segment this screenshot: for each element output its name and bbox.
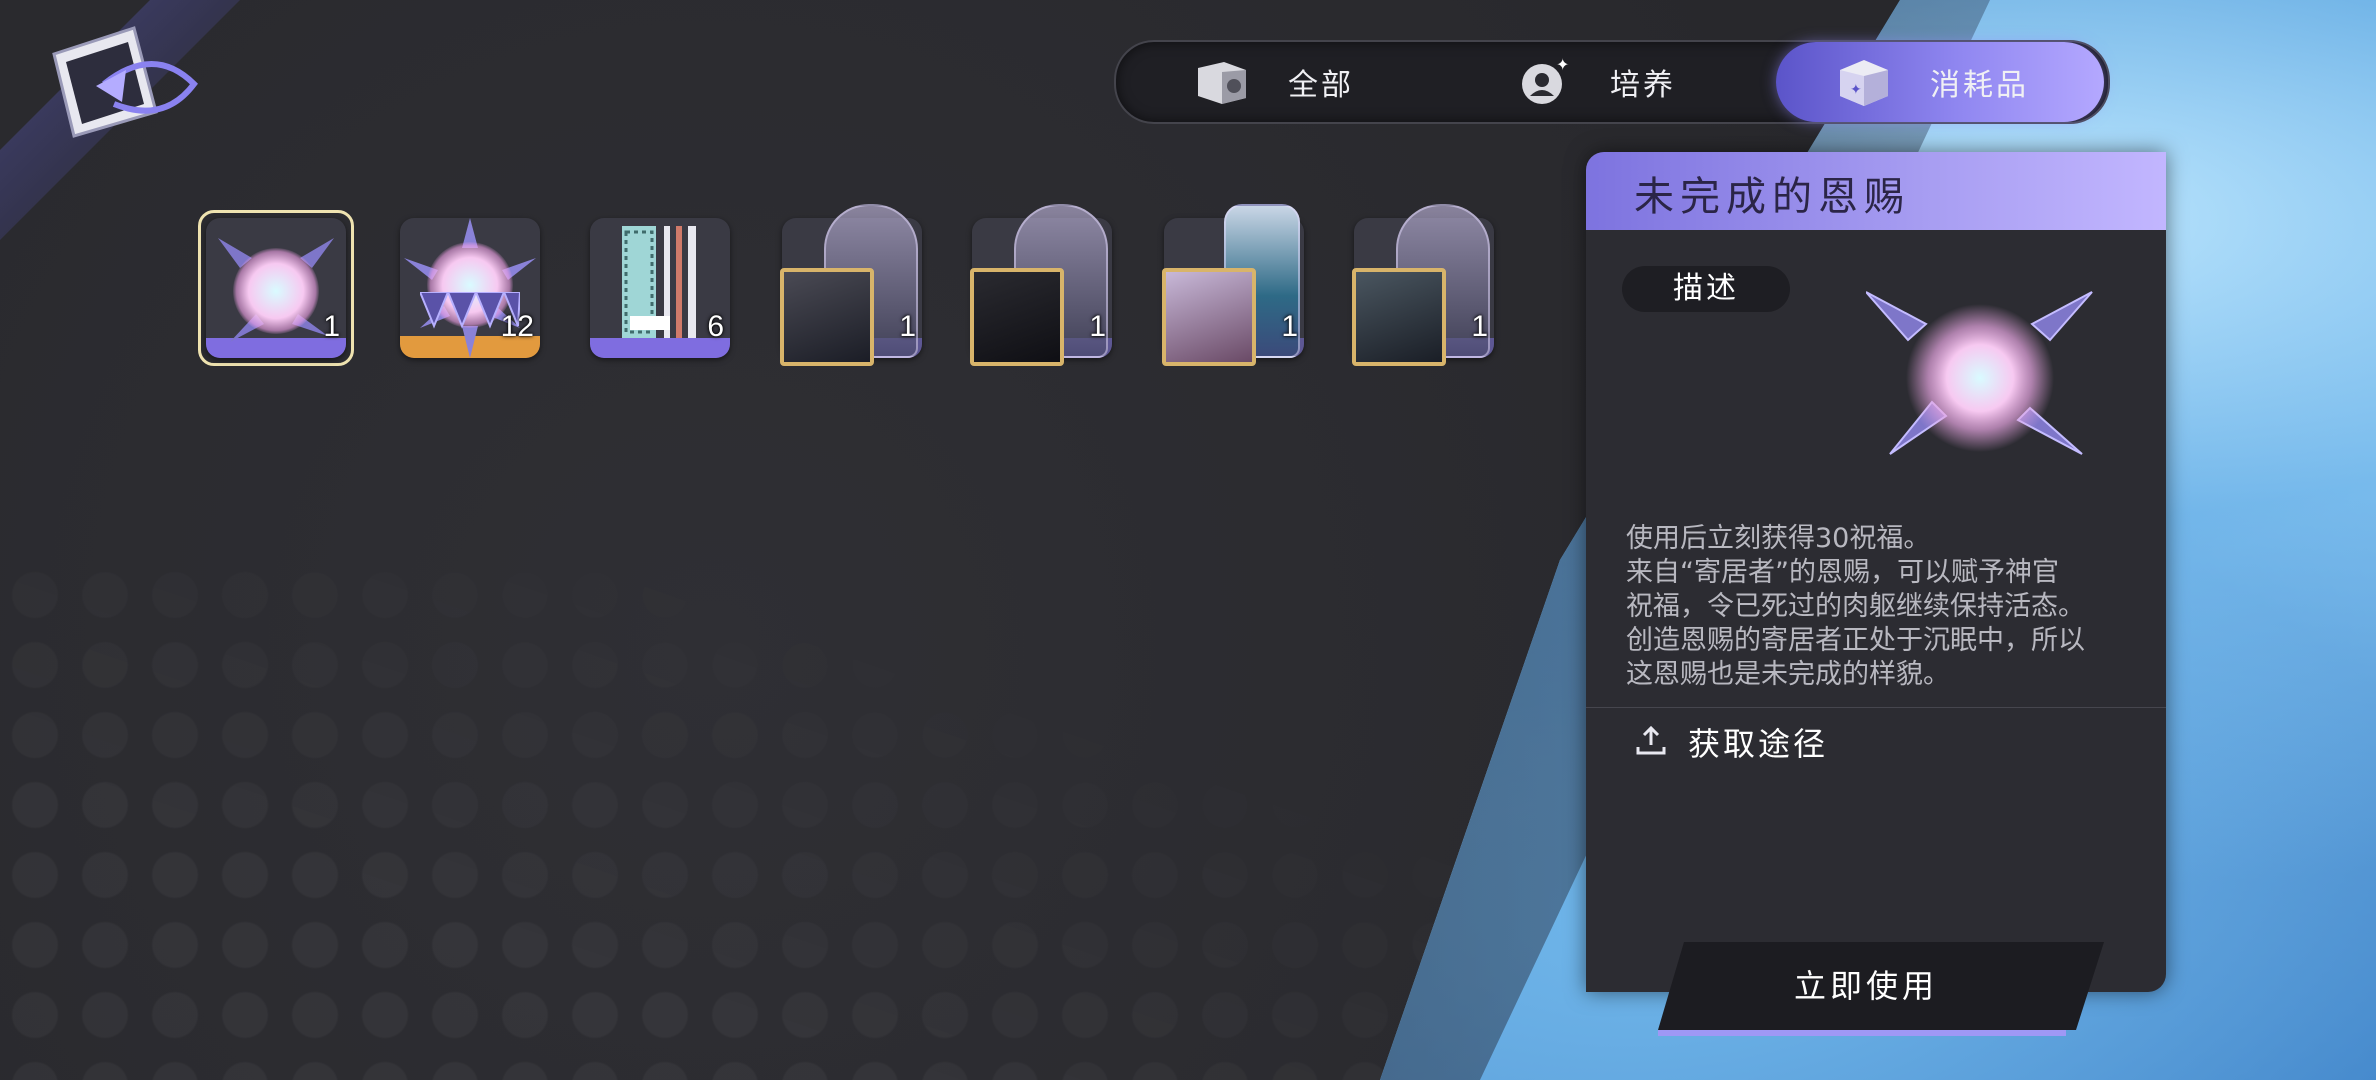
character-portrait: [1162, 268, 1256, 366]
item-description: 使用后立刻获得30祝福。 来自“寄居者”的恩赐，可以赋予神官 祝福，令已死过的肉…: [1626, 523, 2085, 690]
item-count: 1: [1471, 310, 1488, 343]
panel-title-bar: 未完成的恩赐: [1586, 152, 2166, 230]
item-slot-character-dome-2[interactable]: 1: [970, 204, 1112, 366]
character-portrait: [1352, 268, 1446, 366]
character-portrait: [970, 268, 1064, 366]
item-slot-cloth-scroll[interactable]: 6: [590, 218, 730, 358]
tab-cultivate-label: 培养: [1610, 68, 1676, 103]
grace-orb: [233, 248, 319, 334]
item-slot-character-dome-3[interactable]: 1: [1352, 204, 1494, 366]
item-slot-spiked-orb[interactable]: 12: [400, 218, 540, 358]
back-button[interactable]: [44, 24, 214, 154]
source-label: 获取途径: [1688, 725, 1829, 763]
item-slot-character-jar[interactable]: 1: [1162, 204, 1304, 366]
character-portrait: [780, 268, 874, 366]
use-button-underline: [1658, 1030, 2066, 1036]
divider: [1586, 707, 2166, 708]
consumable-box-icon: ✦: [1836, 54, 1892, 110]
growth-icon: ✦: [1516, 54, 1572, 110]
use-now-button[interactable]: 立即使用: [1658, 942, 2104, 1036]
item-count: 1: [1089, 310, 1106, 343]
item-count: 6: [707, 310, 724, 343]
item-detail-art: [1865, 278, 2096, 468]
item-count: 1: [323, 310, 340, 343]
item-slot-character-dome-1[interactable]: 1: [780, 204, 922, 366]
tab-cultivate[interactable]: ✦ 培养: [1516, 42, 1676, 122]
item-count: 12: [500, 310, 534, 343]
svg-text:✦: ✦: [1556, 56, 1569, 74]
item-title: 未完成的恩赐: [1634, 174, 1910, 220]
box-icon: [1194, 54, 1250, 110]
tab-all-label: 全部: [1288, 68, 1354, 103]
acquisition-source-button[interactable]: 获取途径: [1634, 720, 1828, 764]
item-count: 1: [1281, 310, 1298, 343]
tab-consumables-label: 消耗品: [1930, 68, 2029, 103]
use-button-label: 立即使用: [1793, 967, 1938, 1005]
category-tab-bar: 全部 ✦ 培养 ✦ 消耗品: [1114, 40, 2110, 124]
item-count: 1: [899, 310, 916, 343]
item-detail-panel: 未完成的恩赐 描述 使用后立刻获得30祝福。 来自“寄居者”的恩赐，可以赋予神官…: [1586, 152, 2166, 992]
back-arrow-icon: [52, 26, 198, 138]
background-pattern: [0, 560, 1500, 1080]
svg-text:✦: ✦: [1850, 82, 1862, 98]
item-slot-unfinished-grace[interactable]: 1: [198, 210, 354, 366]
tab-all[interactable]: 全部: [1194, 42, 1354, 122]
tab-consumables[interactable]: ✦ 消耗品: [1776, 42, 2104, 122]
grace-orb-large-icon: [1865, 291, 2093, 455]
description-tag: 描述: [1622, 266, 1790, 312]
source-icon: [1634, 723, 1668, 761]
